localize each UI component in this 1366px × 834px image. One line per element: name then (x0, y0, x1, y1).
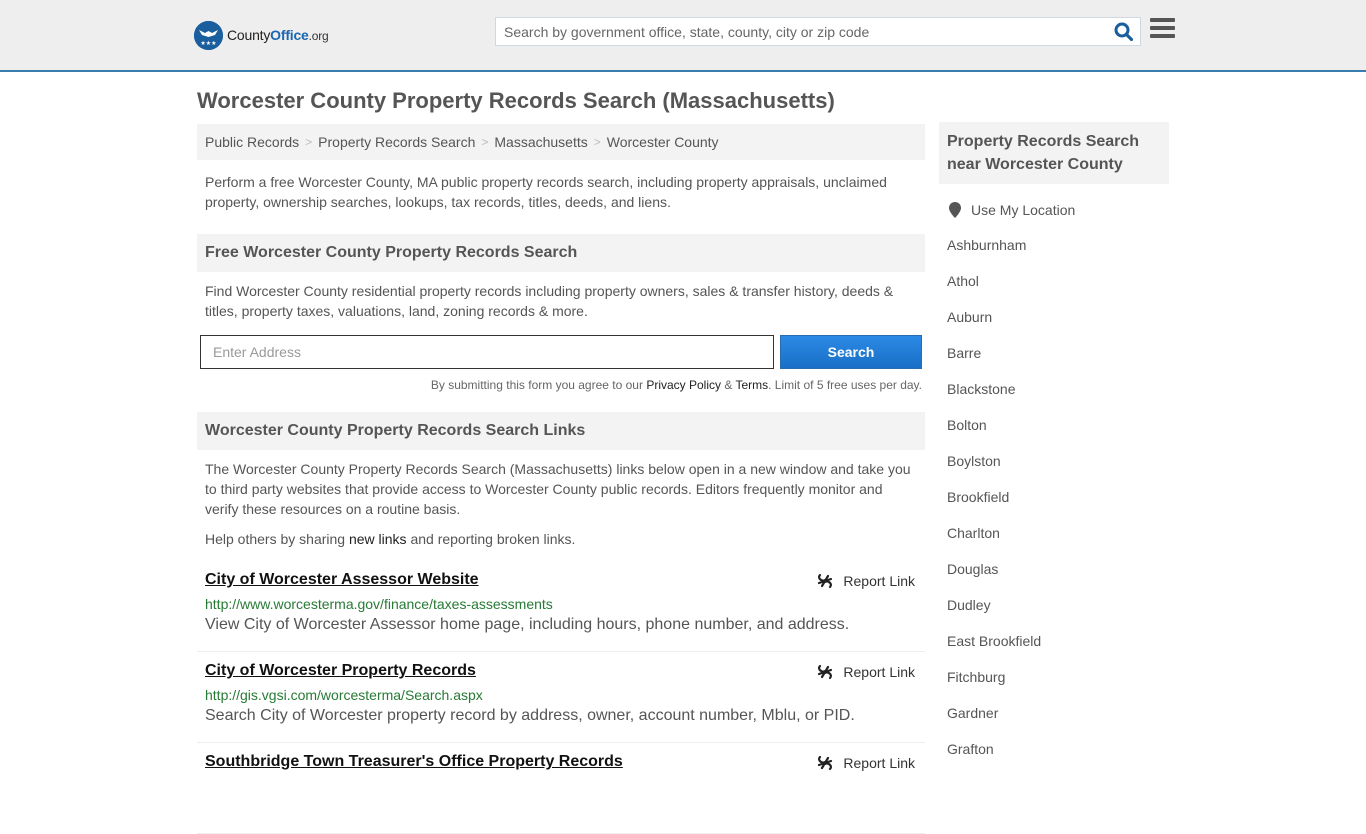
city-item: Barre (947, 335, 1169, 371)
city-link[interactable]: Douglas (947, 561, 998, 577)
nearby-city-list: Ashburnham Athol Auburn Barre Blackstone… (939, 227, 1169, 767)
hamburger-menu-icon[interactable] (1150, 18, 1175, 42)
sidebar-heading: Property Records Search near Worcester C… (939, 122, 1169, 184)
report-link-label: Report Link (843, 664, 915, 680)
resource-link-title[interactable]: City of Worcester Assessor Website (205, 571, 479, 588)
site-header: ★★★ CountyOffice.org (0, 0, 1366, 72)
form-disclaimer: By submitting this form you agree to our… (197, 378, 925, 392)
report-link-label: Report Link (843, 755, 915, 771)
free-search-heading: Free Worcester County Property Records S… (197, 234, 925, 272)
breadcrumb-worcester-county[interactable]: Worcester County (607, 134, 719, 150)
resource-link-title[interactable]: Southbridge Town Treasurer's Office Prop… (205, 753, 623, 770)
resource-link-item: City of Worcester Assessor Website http:… (197, 561, 925, 652)
svg-text:★★★: ★★★ (200, 40, 216, 47)
report-link-button[interactable]: Report Link (817, 664, 915, 680)
city-item: Gardner (947, 695, 1169, 731)
terms-link[interactable]: Terms (735, 378, 768, 392)
address-search-form: Search (197, 335, 925, 369)
breadcrumb-property-records-search[interactable]: Property Records Search (318, 134, 475, 150)
menu-bar (1150, 18, 1175, 22)
city-item: Grafton (947, 731, 1169, 767)
city-link[interactable]: Blackstone (947, 381, 1015, 397)
city-link[interactable]: East Brookfield (947, 633, 1041, 649)
city-link[interactable]: Grafton (947, 741, 994, 757)
page-title: Worcester County Property Records Search… (197, 88, 835, 113)
help-suffix: and reporting broken links. (406, 531, 576, 547)
breadcrumb-public-records[interactable]: Public Records (205, 134, 299, 150)
resource-link-list: City of Worcester Assessor Website http:… (197, 561, 925, 834)
use-my-location-link[interactable]: Use My Location (971, 202, 1075, 218)
use-my-location: Use My Location (939, 202, 1169, 218)
help-text: Help others by sharing new links and rep… (197, 529, 925, 549)
city-link[interactable]: Athol (947, 273, 979, 289)
menu-bar (1150, 26, 1175, 30)
city-item: Bolton (947, 407, 1169, 443)
main-content: Public Records > Property Records Search… (197, 124, 925, 834)
city-link[interactable]: Gardner (947, 705, 998, 721)
help-prefix: Help others by sharing (205, 531, 349, 547)
city-item: Auburn (947, 299, 1169, 335)
city-item: Ashburnham (947, 227, 1169, 263)
site-search-input[interactable] (496, 18, 1106, 45)
city-link[interactable]: Auburn (947, 309, 992, 325)
new-links-link[interactable]: new links (349, 531, 407, 547)
logo-text: CountyOffice.org (227, 27, 329, 43)
resource-link-description: Search City of Worcester property record… (205, 707, 855, 724)
breadcrumb-separator: > (481, 135, 489, 149)
report-link-button[interactable]: Report Link (817, 573, 915, 589)
city-link[interactable]: Charlton (947, 525, 1000, 541)
resource-link-title[interactable]: City of Worcester Property Records (205, 662, 476, 679)
broken-link-icon (818, 664, 833, 680)
breadcrumb: Public Records > Property Records Search… (197, 124, 925, 160)
report-link-button[interactable]: Report Link (817, 755, 915, 771)
city-item: Charlton (947, 515, 1169, 551)
map-pin-icon (949, 202, 961, 218)
report-link-label: Report Link (843, 573, 915, 589)
links-section-heading: Worcester County Property Records Search… (197, 412, 925, 450)
city-link[interactable]: Dudley (947, 597, 991, 613)
city-item: Boylston (947, 443, 1169, 479)
site-logo[interactable]: ★★★ CountyOffice.org (194, 20, 329, 50)
city-link[interactable]: Fitchburg (947, 669, 1005, 685)
resource-link-url[interactable]: http://www.worcesterma.gov/finance/taxes… (205, 596, 917, 612)
address-input[interactable] (200, 335, 774, 369)
resource-link-url[interactable]: http://gis.vgsi.com/worcesterma/Search.a… (205, 687, 917, 703)
city-item: Athol (947, 263, 1169, 299)
city-item: Fitchburg (947, 659, 1169, 695)
city-item: Dudley (947, 587, 1169, 623)
city-link[interactable]: Ashburnham (947, 237, 1026, 253)
site-search-bar (495, 17, 1141, 46)
free-search-description: Find Worcester County residential proper… (205, 283, 894, 319)
breadcrumb-massachusetts[interactable]: Massachusetts (494, 134, 587, 150)
city-item: Blackstone (947, 371, 1169, 407)
resource-link-item: Southbridge Town Treasurer's Office Prop… (197, 743, 925, 834)
disclaimer-suffix: . Limit of 5 free uses per day. (768, 378, 922, 392)
search-button[interactable]: Search (780, 335, 922, 369)
intro-text: Perform a free Worcester County, MA publ… (205, 174, 887, 210)
breadcrumb-separator: > (593, 135, 601, 149)
city-link[interactable]: Boylston (947, 453, 1001, 469)
eagle-logo-icon: ★★★ (194, 20, 223, 50)
city-link[interactable]: Barre (947, 345, 981, 361)
search-icon[interactable] (1106, 18, 1140, 45)
city-item: East Brookfield (947, 623, 1169, 659)
city-item: Brookfield (947, 479, 1169, 515)
disclaimer-amp: & (721, 378, 736, 392)
resource-link-item: City of Worcester Property Records http:… (197, 652, 925, 743)
links-description: The Worcester County Property Records Se… (205, 461, 911, 517)
city-link[interactable]: Bolton (947, 417, 987, 433)
city-item: Douglas (947, 551, 1169, 587)
broken-link-icon (818, 755, 833, 771)
sidebar: Property Records Search near Worcester C… (939, 122, 1169, 767)
broken-link-icon (818, 573, 833, 589)
city-link[interactable]: Brookfield (947, 489, 1009, 505)
disclaimer-prefix: By submitting this form you agree to our (430, 378, 647, 392)
menu-bar (1150, 34, 1175, 38)
breadcrumb-separator: > (305, 135, 313, 149)
resource-link-description: View City of Worcester Assessor home pag… (205, 616, 850, 633)
privacy-policy-link[interactable]: Privacy Policy (646, 378, 721, 392)
